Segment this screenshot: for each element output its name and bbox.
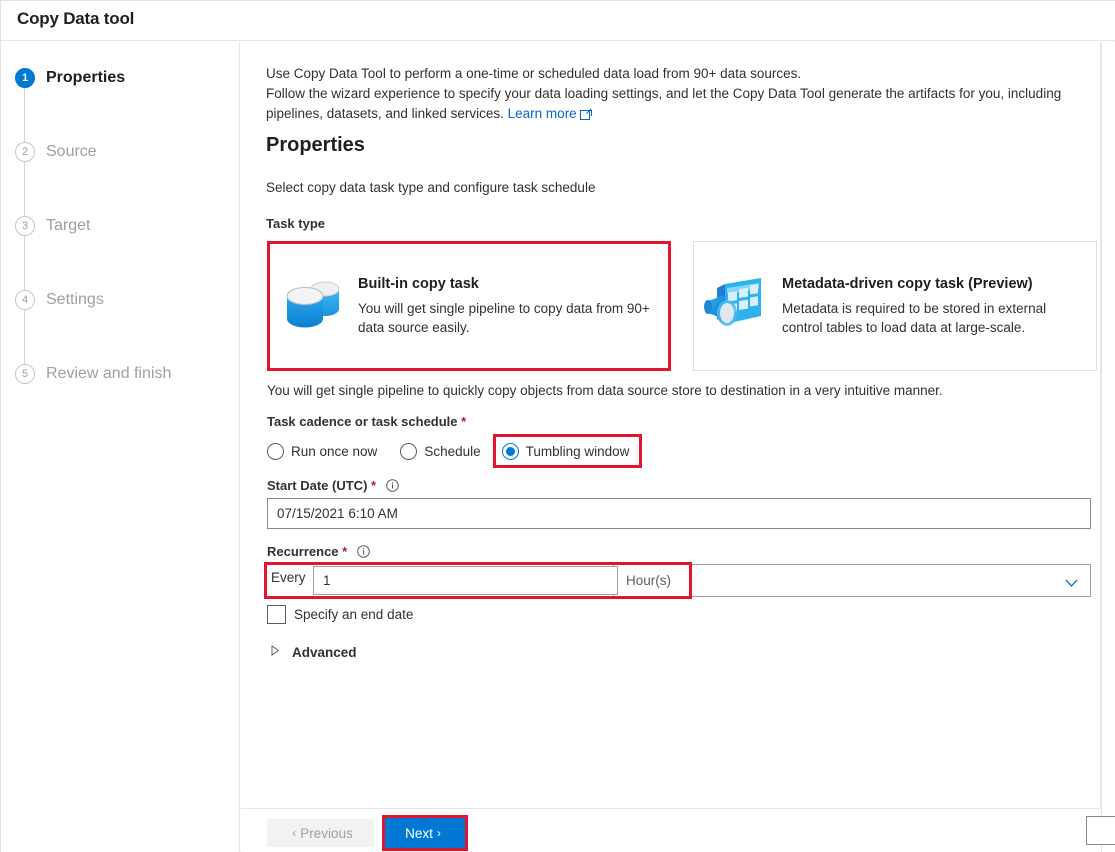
title-bar: Copy Data tool [1,1,1115,41]
step-number-badge: 2 [15,142,35,162]
radio-label: Tumbling window [525,443,630,459]
database-cylinders-icon [270,244,358,368]
footer-overflow-button[interactable] [1086,816,1115,845]
recurrence-unit-value: Hour(s) [626,573,672,588]
window-title: Copy Data tool [17,9,135,28]
specify-end-date-label: Specify an end date [294,607,414,622]
step-label: Settings [46,291,104,308]
cadence-radio-group: Run once now Schedule Tumbling window [267,434,643,468]
content-area: Use Copy Data Tool to perform a one-time… [241,42,1101,807]
previous-label: Previous [300,825,353,841]
metadata-table-funnel-icon [694,242,782,370]
card-title: Metadata-driven copy task (Preview) [782,275,1033,292]
sidebar-step-settings[interactable]: 4 Settings [15,287,104,313]
radio-run-once-now[interactable]: Run once now [267,436,377,466]
radio-label: Run once now [291,443,378,459]
required-asterisk: * [371,478,377,493]
learn-more-label: Learn more [507,106,577,121]
wizard-footer: ‹ Previous Next › [241,808,1115,852]
scroll-gutter[interactable] [1101,42,1115,852]
highlight-box-tumbling-window: Tumbling window [492,434,643,468]
info-circle-icon[interactable] [357,545,370,561]
sidebar-step-target[interactable]: 3 Target [15,213,90,239]
card-description: Metadata is required to be stored in ext… [782,300,1047,335]
recurrence-every-label: Every [271,570,306,585]
recurrence-label: Recurrence * [267,544,370,561]
start-date-label: Start Date (UTC) * [267,478,399,495]
radio-schedule[interactable]: Schedule [400,436,481,466]
advanced-disclosure[interactable]: Advanced [271,643,357,661]
page-title: Properties [266,134,365,156]
chevron-left-icon: ‹ [292,826,297,840]
task-type-card-metadata-driven-copy-task[interactable]: Metadata-driven copy task (Preview) Meta… [693,241,1097,371]
external-link-icon [579,106,592,126]
start-date-input[interactable] [267,498,1091,529]
cadence-label: Task cadence or task schedule * [267,414,466,429]
step-number-badge: 3 [15,216,35,236]
recurrence-every-input[interactable] [313,566,618,595]
required-asterisk: * [461,414,467,429]
recurrence-unit-select[interactable]: Hour(s) [613,564,1091,597]
checkbox-icon[interactable] [267,605,286,624]
learn-more-link[interactable]: Learn more [508,106,577,121]
recurrence-label-text: Recurrence [267,544,339,559]
card-description: You will get single pipeline to copy dat… [358,300,650,335]
highlight-box-next: Next › [382,815,468,851]
start-date-label-text: Start Date (UTC) [267,478,368,493]
radio-circle-icon [267,442,284,460]
step-label: Source [46,143,97,160]
step-label: Target [46,217,91,234]
chevron-down-icon [1065,575,1078,593]
chevron-right-icon: › [436,826,441,840]
next-label: Next [405,825,433,841]
radio-selected-dot [505,446,515,456]
radio-label: Schedule [424,443,481,459]
sidebar-step-source[interactable]: 2 Source [15,139,97,165]
radio-circle-icon [400,442,418,460]
task-type-card-built-in-copy-task[interactable]: Built-in copy task You will get single p… [267,241,671,371]
card-text: Metadata-driven copy task (Preview) Meta… [782,276,1096,337]
step-number-badge: 4 [15,290,35,310]
radio-circle-icon [501,442,519,460]
page-subtitle: Select copy data task type and configure… [266,180,596,195]
card-title: Built-in copy task [358,275,479,292]
task-type-note: You will get single pipeline to quickly … [267,383,943,398]
next-button[interactable]: Next › [385,818,465,848]
copy-data-tool-window: Copy Data tool 1 Properties 2 Source 3 T… [0,0,1115,852]
triangle-right-icon [271,643,280,661]
sidebar-step-properties[interactable]: 1 Properties [15,65,125,91]
radio-tumbling-window[interactable]: Tumbling window [501,436,630,466]
step-number-badge: 1 [15,68,35,88]
intro-line-3: pipelines, datasets, and linked services… [266,106,504,121]
task-type-label: Task type [266,216,326,231]
info-circle-icon[interactable] [385,479,399,495]
sidebar-step-review-and-finish[interactable]: 5 Review and finish [15,361,171,387]
specify-end-date-checkbox-row[interactable]: Specify an end date [267,605,413,624]
step-number-badge: 5 [15,364,35,384]
cadence-label-text: Task cadence or task schedule [267,414,458,429]
card-text: Built-in copy task You will get single p… [358,276,668,337]
step-label: Review and finish [46,365,172,382]
intro-line-1: Use Copy Data Tool to perform a one-time… [266,66,802,81]
wizard-step-rail: 1 Properties 2 Source 3 Target 4 Setting… [1,42,240,852]
main-panel: Use Copy Data Tool to perform a one-time… [241,42,1115,852]
previous-button[interactable]: ‹ Previous [267,819,374,847]
step-label: Properties [46,69,126,86]
intro-line-2: Follow the wizard experience to specify … [266,86,1062,101]
advanced-label: Advanced [292,644,357,660]
intro-paragraph: Use Copy Data Tool to perform a one-time… [266,64,1096,126]
required-asterisk: * [342,544,348,559]
